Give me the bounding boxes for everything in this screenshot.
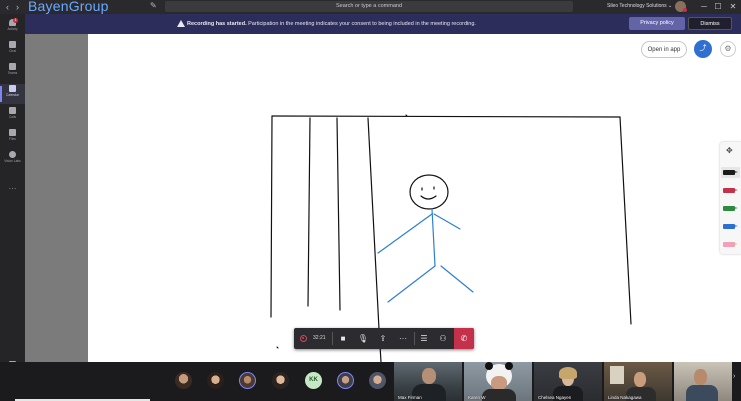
camera-button[interactable]: ■ bbox=[334, 328, 352, 349]
rail-item-calendar[interactable]: Calendar bbox=[0, 84, 25, 104]
participant-name: Max Firman bbox=[398, 395, 422, 400]
more-actions-button[interactable]: ··· bbox=[394, 328, 412, 349]
participant-name: Linda Nakagawa bbox=[608, 395, 642, 400]
person-hair bbox=[559, 367, 577, 379]
teams-window: ‹ › BayenGroup ✎ Search or type a comman… bbox=[0, 0, 741, 401]
avatar[interactable] bbox=[207, 372, 224, 389]
rail-label: Teams bbox=[7, 71, 18, 75]
app-rail: 1 Activity Chat Teams Calendar Calls Fil… bbox=[0, 14, 25, 401]
rail-item-teams[interactable]: Teams bbox=[0, 62, 25, 82]
brand-logo: BayenGroup bbox=[28, 0, 109, 14]
avatar[interactable] bbox=[175, 372, 192, 389]
hang-up-button[interactable]: ✆ bbox=[454, 328, 474, 349]
video-tile[interactable]: Karen W bbox=[464, 362, 532, 401]
video-tile[interactable]: Chelsea Ngayen bbox=[534, 362, 602, 401]
avatar[interactable] bbox=[337, 372, 354, 389]
whiteboard-drawing bbox=[270, 114, 632, 362]
rail-label: Vision Labs bbox=[4, 159, 21, 163]
rail-item-files[interactable]: Files bbox=[0, 128, 25, 148]
video-tile[interactable]: Max Firman bbox=[394, 362, 462, 401]
pen-green-icon[interactable] bbox=[723, 205, 738, 212]
rail-item-chat[interactable]: Chat bbox=[0, 40, 25, 60]
person-face bbox=[694, 369, 707, 385]
participants-button[interactable]: ⚇ bbox=[434, 328, 452, 349]
pen-black-icon[interactable] bbox=[723, 169, 738, 176]
pen-blue-icon[interactable] bbox=[723, 223, 738, 230]
avatar[interactable] bbox=[239, 372, 256, 389]
mic-button[interactable]: 🎙 bbox=[354, 328, 372, 349]
chevron-right-icon[interactable]: › bbox=[733, 373, 735, 380]
person-body bbox=[686, 385, 718, 401]
rail-label: Calls bbox=[8, 115, 17, 119]
avatar[interactable] bbox=[272, 372, 289, 389]
call-timer: 32:21 bbox=[313, 335, 326, 341]
rail-item-calls[interactable]: Calls bbox=[0, 106, 25, 126]
highlighter-icon[interactable] bbox=[723, 241, 738, 248]
chat-button[interactable]: ☰ bbox=[415, 328, 433, 349]
phone-icon bbox=[9, 107, 16, 114]
stick-figure bbox=[377, 174, 474, 303]
avatar-initials[interactable]: KK bbox=[305, 372, 322, 389]
rail-label: Calendar bbox=[6, 93, 19, 97]
file-icon bbox=[9, 129, 16, 136]
call-controls: 32:21 ■ 🎙 ⇪ ··· ☰ ⚇ ✆ bbox=[294, 328, 474, 349]
panda-ear bbox=[485, 362, 493, 370]
activity-badge: 1 bbox=[13, 18, 18, 23]
background-object bbox=[610, 366, 624, 384]
search-input[interactable]: Search or type a command bbox=[165, 1, 573, 12]
avatar[interactable] bbox=[369, 372, 386, 389]
recording-icon bbox=[300, 335, 307, 342]
privacy-policy-button[interactable]: Privacy policy bbox=[629, 17, 685, 30]
banner-body: Participation in the meeting indicates y… bbox=[246, 21, 476, 27]
divider bbox=[332, 332, 333, 345]
participant-name: Karen W bbox=[468, 395, 486, 400]
title-bar: ‹ › BayenGroup ✎ Search or type a comman… bbox=[0, 0, 741, 14]
pen-toolbar: ✥ bbox=[720, 142, 741, 254]
participant-name: Chelsea Ngayen bbox=[538, 395, 572, 400]
rail-label: Files bbox=[9, 137, 16, 141]
recording-banner: Recording has started. Participation in … bbox=[25, 14, 741, 34]
warning-icon bbox=[177, 20, 185, 27]
rail-item-activity[interactable]: 1 Activity bbox=[0, 18, 25, 38]
rail-label: Chat bbox=[9, 49, 16, 53]
rail-item-vision-labs[interactable]: Vision Labs bbox=[0, 150, 25, 170]
compose-icon[interactable]: ✎ bbox=[150, 1, 159, 10]
panda-ear bbox=[505, 362, 513, 370]
person-face bbox=[491, 376, 507, 390]
chat-icon bbox=[9, 41, 16, 48]
app-icon bbox=[9, 151, 16, 158]
rail-label: Activity bbox=[7, 27, 18, 31]
calendar-icon bbox=[9, 85, 16, 92]
banner-bold: Recording has started. bbox=[187, 21, 247, 27]
back-arrow-icon[interactable]: ‹ bbox=[6, 1, 9, 13]
status-badge bbox=[683, 8, 687, 12]
person-face bbox=[634, 372, 646, 387]
person-silhouette bbox=[422, 368, 436, 384]
share-icon[interactable]: ⤴ bbox=[694, 40, 712, 58]
share-screen-button[interactable]: ⇪ bbox=[374, 328, 392, 349]
forward-arrow-icon[interactable]: › bbox=[16, 1, 19, 13]
settings-icon[interactable]: ⚙ bbox=[720, 41, 736, 57]
open-in-app-button[interactable]: Open in app bbox=[641, 41, 687, 58]
move-icon[interactable]: ✥ bbox=[726, 146, 733, 155]
teams-icon bbox=[9, 63, 16, 70]
banner-message: Recording has started. Participation in … bbox=[187, 18, 476, 30]
person-body bbox=[482, 389, 516, 401]
video-tile[interactable] bbox=[674, 362, 732, 401]
close-button[interactable]: ✕ bbox=[724, 0, 741, 13]
curtain-strokes bbox=[270, 114, 632, 362]
pen-red-icon[interactable] bbox=[723, 187, 738, 194]
more-apps-icon[interactable]: ··· bbox=[0, 184, 25, 193]
dismiss-button[interactable]: Dismiss bbox=[688, 17, 732, 30]
video-tile[interactable]: Linda Nakagawa bbox=[604, 362, 672, 401]
org-switcher[interactable]: Sileo Technology Solutions ⌄ bbox=[607, 1, 672, 12]
